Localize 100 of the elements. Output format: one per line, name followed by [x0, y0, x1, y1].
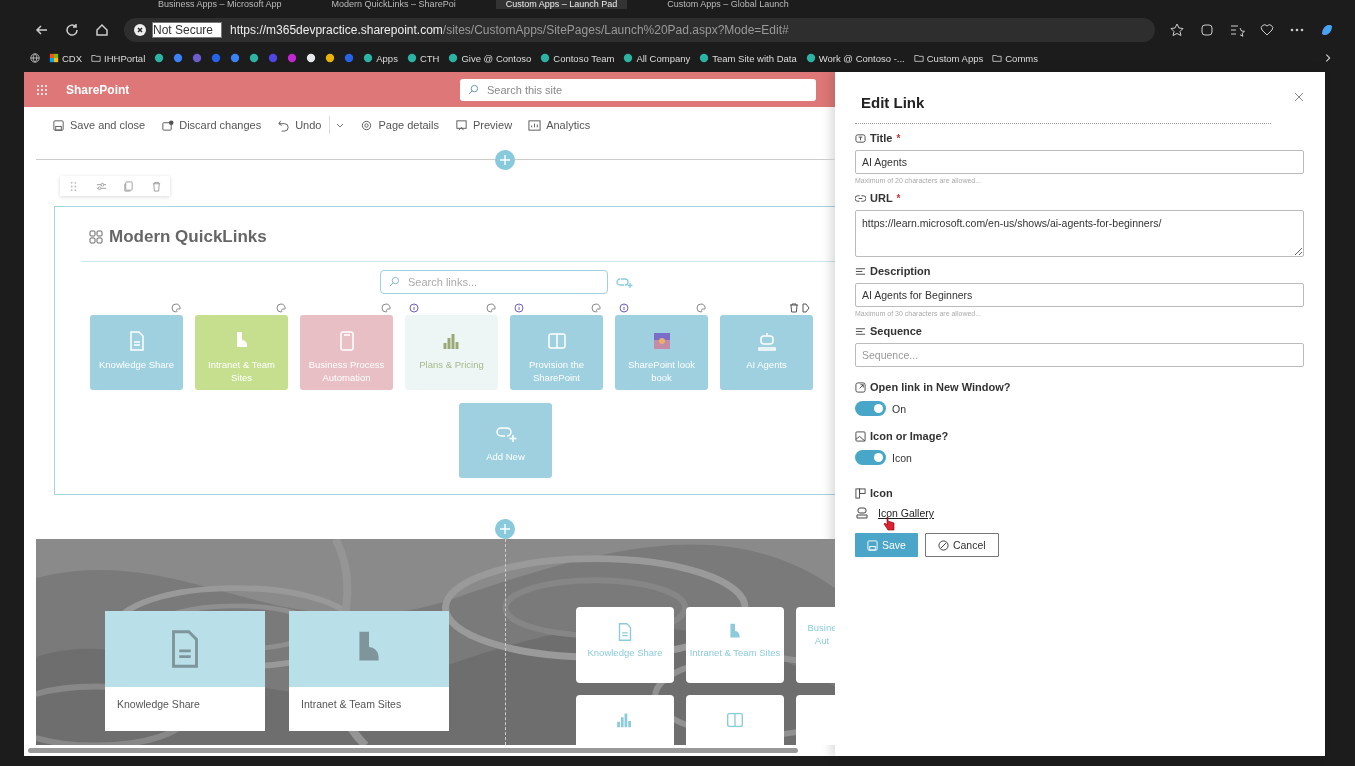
bookmark-label: CDX: [62, 52, 83, 64]
palette-icon[interactable]: [591, 303, 601, 314]
settings-icon[interactable]: [95, 180, 107, 192]
close-icon[interactable]: [1294, 91, 1304, 102]
browser-tab[interactable]: Custom Apps – Global Launch: [657, 0, 799, 9]
site-icon[interactable]: [325, 53, 336, 63]
link-icon: [855, 192, 866, 204]
text-area[interactable]: https://learn.microsoft.com/en-us/shows/ai-agents-for-beginners/: [855, 210, 1304, 257]
chevron-icon[interactable]: [1323, 53, 1333, 63]
delete-icon[interactable]: [789, 303, 799, 314]
discard-icon: [161, 118, 175, 132]
site-icon[interactable]: [306, 53, 317, 63]
image-icon: [855, 430, 866, 442]
bookmark-label: Comms: [1005, 52, 1038, 64]
toolbar-button[interactable]: Page details: [360, 118, 439, 132]
folder-icon: [91, 53, 102, 63]
palette-icon[interactable]: [381, 303, 391, 314]
palette-icon[interactable]: [696, 303, 706, 314]
info-icon[interactable]: [514, 303, 524, 314]
browser-tab[interactable]: Custom Apps – Launch Pad: [495, 0, 628, 9]
hand-cursor-icon: [883, 516, 895, 532]
warning-icon: [134, 24, 146, 36]
search-field[interactable]: Search this site: [460, 78, 816, 101]
required-mark: *: [896, 132, 901, 144]
panel-title: Edit Link: [861, 94, 925, 111]
link-card[interactable]: Intranet & Team Sites: [289, 610, 449, 731]
save-icon: [867, 539, 878, 551]
toolbar-button[interactable]: Discard changes: [161, 118, 262, 132]
grid-icon: [855, 487, 866, 499]
caret-icon[interactable]: [336, 121, 345, 130]
chart-icon: [528, 118, 542, 132]
star-icon[interactable]: [1169, 22, 1185, 38]
input-field[interactable]: AI Agents for Beginners: [855, 283, 1304, 307]
palette-icon[interactable]: [486, 303, 496, 314]
field-label: Description: [870, 265, 931, 277]
field-label: Open link in New Window?: [870, 381, 1011, 393]
toolbar-button[interactable]: Analytics: [528, 118, 591, 132]
info-icon[interactable]: [619, 303, 629, 314]
copilot-icon[interactable]: [1319, 22, 1335, 38]
bookmark[interactable]: Give @ Contoso: [448, 52, 532, 64]
toolbar-button[interactable]: Save and close: [52, 118, 146, 132]
toolbar-button[interactable]: Preview: [455, 118, 513, 132]
bookmark-label: All Company: [636, 52, 691, 64]
address-bar[interactable]: Not Secure https://m365devpractice.sharepoint.com/sites/CustomApps/SitePages/Launch%20Pad.aspx?Mode=Edit#: [124, 18, 1155, 42]
input-field[interactable]: AI Agents: [855, 150, 1304, 174]
site-icon[interactable]: [249, 53, 260, 63]
bookmark[interactable]: All Company: [623, 52, 691, 64]
link-card[interactable]: [576, 694, 674, 746]
tiles-icon: [49, 53, 59, 63]
bookmark[interactable]: Comms: [992, 52, 1038, 64]
toggle-switch[interactable]: [855, 450, 886, 465]
info-icon[interactable]: [409, 303, 419, 314]
link-card[interactable]: Knowledge Share: [105, 610, 265, 731]
cancel-button[interactable]: Cancel: [924, 533, 999, 557]
field-label: Sequence: [870, 325, 922, 337]
icon-gallery-link[interactable]: Icon Gallery: [878, 507, 935, 519]
cancel-icon: [937, 539, 949, 551]
toggle-label: On: [892, 402, 906, 415]
browser-tab[interactable]: Business Apps – Microsoft App: [148, 0, 292, 9]
bot-icon: [855, 506, 869, 520]
bookmark[interactable]: Contoso Team: [540, 52, 615, 64]
add-section-button[interactable]: [495, 519, 515, 539]
site-icon[interactable]: [154, 53, 165, 63]
toolbar-button[interactable]: Undo: [277, 118, 322, 132]
copy-icon[interactable]: [123, 180, 135, 192]
extensions-icon[interactable]: [1199, 22, 1215, 38]
palette-icon[interactable]: [171, 303, 181, 314]
favorites-icon[interactable]: [1229, 22, 1245, 38]
field-label: Title: [870, 132, 893, 144]
toggle-label: Icon: [892, 451, 912, 464]
link-card[interactable]: [686, 694, 784, 746]
edit-icon[interactable]: [801, 303, 811, 314]
app-launcher-icon[interactable]: [36, 83, 48, 96]
scrollbar-thumb[interactable]: [28, 748, 798, 754]
globe-icon[interactable]: [30, 53, 40, 63]
bookmark[interactable]: IHHPortal: [91, 52, 146, 64]
card-label: Intranet & Team Sites: [300, 696, 403, 710]
home-icon[interactable]: [94, 22, 110, 38]
add-section-button[interactable]: [495, 149, 515, 170]
bookmark[interactable]: Apps: [363, 52, 398, 64]
url-text: https://m365devpractice.sharepoint.com/sites/CustomApps/SitePages/Launch%20Pad.aspx?Mode=Edit#: [230, 23, 789, 37]
browser-tab[interactable]: Modern QuickLinks – SharePoi: [321, 0, 466, 9]
card-label: Knowledge Share: [587, 645, 663, 659]
window-icon: [855, 381, 866, 393]
bookmark-label: IHHPortal: [104, 52, 146, 64]
bookmark[interactable]: Custom Apps: [913, 52, 984, 64]
field-label: URL: [870, 192, 893, 204]
heart-icon[interactable]: [1259, 22, 1275, 38]
lines-icon: [855, 265, 866, 277]
refresh-icon[interactable]: [64, 22, 80, 38]
field-label: Icon: [870, 487, 893, 499]
palette-icon[interactable]: [276, 303, 286, 314]
text-icon: [855, 132, 866, 144]
toggle-switch[interactable]: [855, 401, 886, 416]
bookmark[interactable]: CTH: [406, 52, 440, 64]
bookmark[interactable]: CDX: [49, 52, 83, 64]
bookmark-label: Apps: [376, 52, 398, 64]
search-icon: [389, 276, 400, 288]
search-icon: [468, 84, 479, 96]
grid-icon: [89, 229, 103, 244]
